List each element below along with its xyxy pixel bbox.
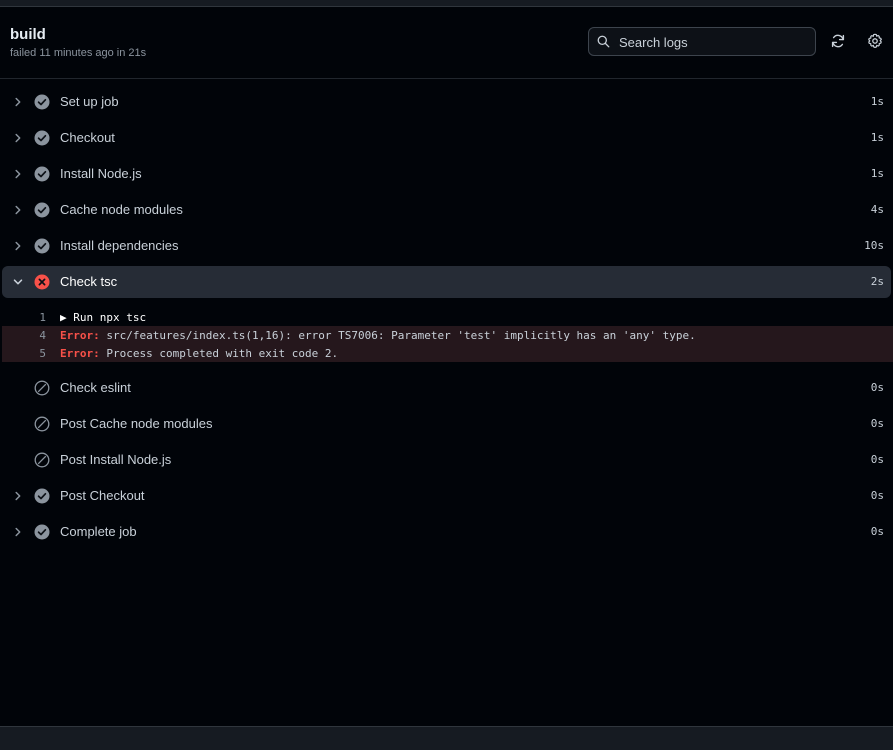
chevron-right-icon xyxy=(15,491,21,501)
step-label: Post Install Node.js xyxy=(60,452,172,467)
step-install-node-js[interactable]: Install Node.js 1s xyxy=(0,156,893,192)
log-line: 1 ▶ Run npx tsc xyxy=(0,308,893,326)
log-message: src/features/index.ts(1,16): error TS700… xyxy=(106,329,696,342)
skip-icon xyxy=(34,452,50,468)
step-label: Cache node modules xyxy=(60,202,183,217)
step-duration: 1s xyxy=(870,167,884,180)
log-line: 4 Error: src/features/index.ts(1,16): err… xyxy=(2,326,893,344)
log-line-number[interactable]: 5 xyxy=(22,347,46,360)
step-duration: 10s xyxy=(864,239,884,252)
step-post-install-node-js[interactable]: Post Install Node.js 0s xyxy=(0,442,893,478)
search-input[interactable] xyxy=(617,31,811,54)
x-circle-icon xyxy=(34,274,50,290)
check-circle-icon xyxy=(34,130,50,146)
chevron-right-icon xyxy=(15,97,21,107)
chevron-down-icon xyxy=(13,279,23,285)
step-post-checkout[interactable]: Post Checkout 0s xyxy=(0,478,893,514)
chevron-right-icon xyxy=(15,527,21,537)
step-duration: 0s xyxy=(870,453,884,466)
step-label: Set up job xyxy=(60,94,119,109)
log-line-text: ▶ Run npx tsc xyxy=(60,311,146,324)
step-set-up-job[interactable]: Set up job 1s xyxy=(0,84,893,120)
log-line-number[interactable]: 1 xyxy=(22,311,46,324)
check-circle-icon xyxy=(34,488,50,504)
step-duration: 0s xyxy=(870,489,884,502)
log-line-text: Error: src/features/index.ts(1,16): erro… xyxy=(60,329,696,342)
step-duration: 1s xyxy=(870,131,884,144)
step-label: Checkout xyxy=(60,130,115,145)
step-check-tsc[interactable]: Check tsc 2s xyxy=(2,266,891,298)
job-title: build xyxy=(10,26,46,43)
step-duration: 2s xyxy=(870,275,884,288)
step-checkout[interactable]: Checkout 1s xyxy=(0,120,893,156)
step-label: Install Node.js xyxy=(60,166,142,181)
step-label: Complete job xyxy=(60,524,137,539)
top-bar xyxy=(0,0,893,7)
settings-button[interactable] xyxy=(867,33,885,51)
log-line: 5 Error: Process completed with exit code… xyxy=(2,344,893,362)
job-status-line: failed 11 minutes ago in 21s xyxy=(10,47,147,59)
log-message: ▶ Run npx tsc xyxy=(60,311,147,324)
step-list: Set up job 1s Checkout 1s Install Node.js 1s C… xyxy=(0,84,893,550)
refresh-icon xyxy=(831,34,845,48)
gear-icon xyxy=(868,33,882,48)
step-complete-job[interactable]: Complete job 0s xyxy=(0,514,893,550)
step-label: Check tsc xyxy=(60,274,118,289)
step-duration: 0s xyxy=(870,417,884,430)
job-header: build failed 11 minutes ago in 21s xyxy=(0,7,893,79)
check-circle-icon xyxy=(34,94,50,110)
bottom-bar xyxy=(0,726,893,750)
step-duration: 0s xyxy=(870,381,884,394)
chevron-right-icon xyxy=(15,241,21,251)
skip-icon xyxy=(34,380,50,396)
chevron-right-icon xyxy=(15,205,21,215)
error-keyword: Error: xyxy=(60,329,107,342)
check-circle-icon xyxy=(34,524,50,540)
step-duration: 1s xyxy=(870,95,884,108)
log-message: Process completed with exit code 2. xyxy=(106,347,339,360)
step-check-eslint[interactable]: Check eslint 0s xyxy=(0,370,893,406)
step-duration: 4s xyxy=(870,203,884,216)
step-install-dependencies[interactable]: Install dependencies 10s xyxy=(0,228,893,264)
check-circle-icon xyxy=(34,202,50,218)
step-cache-node-modules[interactable]: Cache node modules 4s xyxy=(0,192,893,228)
search-icon xyxy=(597,35,610,48)
log-line-text: Error: Process completed with exit code … xyxy=(60,347,338,360)
log-line-number[interactable]: 4 xyxy=(22,329,46,342)
step-label: Post Cache node modules xyxy=(60,416,213,431)
step-label: Install dependencies xyxy=(60,238,179,253)
check-circle-icon xyxy=(34,166,50,182)
error-keyword: Error: xyxy=(60,347,107,360)
step-label: Post Checkout xyxy=(60,488,145,503)
refresh-button[interactable] xyxy=(830,33,848,51)
check-circle-icon xyxy=(34,238,50,254)
step-label: Check eslint xyxy=(60,380,131,395)
search-logs[interactable] xyxy=(588,27,816,56)
step-duration: 0s xyxy=(870,525,884,538)
step-log: 1 ▶ Run npx tsc 4 Error: src/features/index… xyxy=(0,300,893,370)
skip-icon xyxy=(34,416,50,432)
step-post-cache-node-modules[interactable]: Post Cache node modules 0s xyxy=(0,406,893,442)
chevron-right-icon xyxy=(15,133,21,143)
chevron-right-icon xyxy=(15,169,21,179)
